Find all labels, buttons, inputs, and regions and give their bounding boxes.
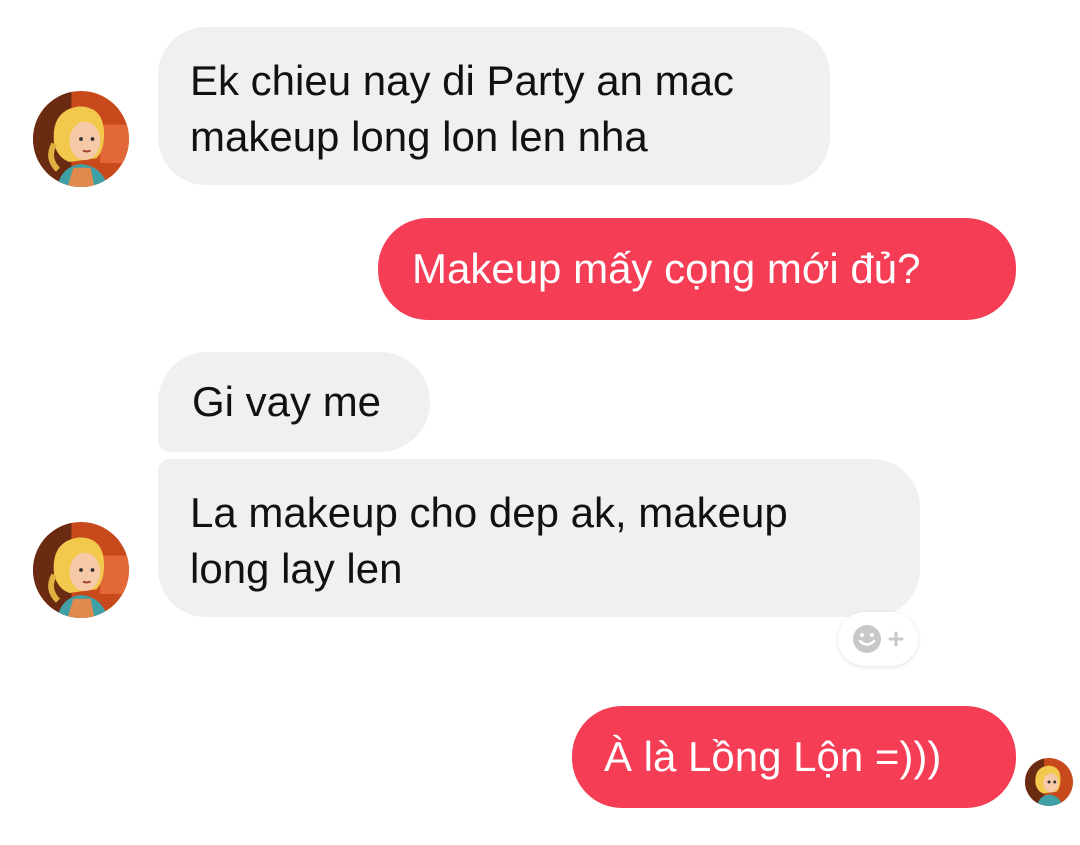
sender-avatar[interactable] — [33, 91, 129, 187]
avatar-illustration — [33, 522, 129, 618]
seen-receipt-avatar — [1025, 758, 1073, 806]
add-reaction-smiley-icon — [853, 625, 904, 653]
outgoing-message-bubble[interactable]: Makeup mấy cọng mới đủ? — [378, 218, 1016, 320]
outgoing-message-bubble[interactable]: À là Lồng Lộn =))) — [572, 706, 1016, 808]
message-text: Gi vay me — [192, 378, 382, 425]
incoming-message-bubble[interactable]: La makeup cho dep ak, makeup long lay le… — [158, 459, 920, 617]
incoming-message-bubble[interactable]: Gi vay me — [158, 352, 430, 452]
message-text: La makeup cho dep ak, makeup long lay le… — [190, 489, 788, 592]
message-text: À là Lồng Lộn =))) — [604, 733, 942, 780]
message-text: Ek chieu nay di Party an mac makeup long… — [190, 57, 734, 160]
message-text: Makeup mấy cọng mới đủ? — [412, 245, 921, 292]
sender-avatar[interactable] — [33, 522, 129, 618]
avatar-illustration — [33, 91, 129, 187]
incoming-message-bubble[interactable]: Ek chieu nay di Party an mac makeup long… — [158, 27, 830, 185]
add-reaction-button[interactable] — [838, 612, 918, 666]
avatar-illustration — [1025, 758, 1073, 806]
